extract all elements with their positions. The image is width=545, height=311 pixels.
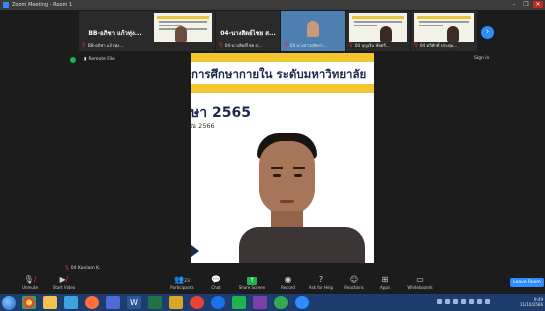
participant-tile[interactable]: 🎙 04 ทวีศักดิ์ ประทุม... [411, 11, 477, 51]
shared-document-thumbnail [349, 13, 407, 42]
tray-icon[interactable] [445, 299, 450, 304]
tray-icon[interactable] [469, 299, 474, 304]
tray-icon[interactable] [437, 299, 442, 304]
slide-subtitle: ณ 2566 [191, 122, 215, 130]
help-icon: ? [318, 275, 324, 284]
app-icon[interactable] [106, 296, 120, 309]
slide-band [191, 84, 374, 93]
participant-display-name: 04-นางสิตย์ไชย ส... [220, 30, 276, 37]
app-icon[interactable] [169, 296, 183, 309]
ask-for-help-button[interactable]: ? Ask for Help [303, 274, 339, 290]
folder-icon[interactable] [43, 296, 57, 309]
zoom-window: Zoom Meeting - Room 1 – ❐ ✕ BB-อภิชา แก้… [0, 0, 545, 311]
microphone-muted-icon: 🎙 [348, 43, 354, 48]
whiteboard-icon: ▭ [416, 275, 424, 284]
microphone-muted-icon: 🎙 [218, 43, 224, 48]
participant-video [175, 26, 187, 42]
maximize-button[interactable]: ❐ [521, 1, 531, 8]
chat-button[interactable]: 💬 Chat [198, 274, 234, 290]
system-tray [437, 299, 490, 304]
shield-icon[interactable] [70, 57, 76, 63]
zoom-logo-icon [3, 2, 9, 8]
sign-in-link[interactable]: Sign in [474, 56, 489, 61]
participant-name-tag: 🎙 04-นางสิตย์ไชย ส... [218, 43, 262, 48]
leave-room-button[interactable]: Leave Room [510, 278, 544, 287]
line-icon[interactable] [232, 296, 246, 309]
participant-tile[interactable]: 🎙 04 นางสาวสุจิตรา... [281, 11, 345, 51]
close-button[interactable]: ✕ [533, 1, 543, 8]
video-off-icon: ▶/ [59, 275, 69, 284]
chrome-icon[interactable] [22, 296, 36, 309]
app-icon[interactable] [64, 296, 78, 309]
participant-video [447, 26, 459, 42]
zoom-icon[interactable] [295, 296, 309, 309]
participant-tile[interactable] [151, 11, 215, 51]
participant-strip: BB-อภิชา แก้วทุ่ง... 🎙 BB-อภิชา แก้วทุ่ง.… [0, 11, 545, 53]
chat-icon: 💬 [211, 275, 221, 284]
microphone-muted-icon: 🎙 [283, 43, 289, 48]
participant-tile[interactable]: BB-อภิชา แก้วทุ่ง... 🎙 BB-อภิชา แก้วทุ่ง.… [79, 11, 151, 51]
unmute-button[interactable]: 🎙/ Unmute [12, 274, 48, 290]
word-icon[interactable]: W [127, 296, 141, 309]
participant-name-tag: 🎙 BB-อภิชา แก้วทุ่ง... [81, 43, 124, 48]
os-taskbar: W 9:49 11/10/2566 [0, 294, 545, 311]
self-name-tag: 🎙 04 Kanlam K. [64, 266, 101, 271]
whiteboards-button[interactable]: ▭ Whiteboards [402, 274, 438, 290]
record-icon: ◉ [284, 275, 292, 284]
microphone-muted-icon: 🎙 [64, 266, 70, 271]
start-button[interactable] [2, 296, 16, 310]
chrome-icon[interactable] [190, 296, 204, 309]
app-icon[interactable] [253, 296, 267, 309]
apps-button[interactable]: ⊞ Apps [367, 274, 403, 290]
participant-video [307, 21, 319, 37]
microphone-muted-icon: 🎙 [413, 43, 419, 48]
minimize-button[interactable]: – [509, 1, 519, 8]
tray-icon[interactable] [477, 299, 482, 304]
slide-headline: การศึกษากายใน ระดับมหาวิทยาลัย [191, 67, 367, 81]
firefox-icon[interactable] [85, 296, 99, 309]
chrome-icon[interactable] [274, 296, 288, 309]
speaker-video [239, 133, 365, 263]
remote-control[interactable]: ▮ Remote File [84, 57, 115, 62]
record-button[interactable]: ◉ Record [270, 274, 306, 290]
remote-label: Remote File [88, 57, 115, 62]
meeting-toolbar: 🎙/ Unmute ▶/ Start Video 👥23 Participant… [0, 272, 545, 294]
main-video: การศึกษากายใน ระดับมหาวิทยาลัย ษา 2565 ณ… [191, 53, 374, 263]
window-controls: – ❐ ✕ [509, 1, 543, 8]
share-screen-icon: ↑ [234, 274, 270, 285]
window-title: Zoom Meeting - Room 1 [12, 2, 73, 8]
participant-tile[interactable]: 🎙 04 บุญเริ่ม ชัยศรี... [346, 11, 410, 51]
shared-document-thumbnail [414, 13, 474, 42]
pin-icon: ▮ [84, 57, 87, 62]
participant-video [380, 26, 392, 42]
microphone-muted-icon: 🎙 [81, 43, 87, 48]
participants-icon: 👥23 [174, 275, 190, 284]
participant-name-tag: 🎙 04 บุญเริ่ม ชัยศรี... [348, 43, 390, 48]
chrome-icon[interactable] [211, 296, 225, 309]
tray-icon[interactable] [453, 299, 458, 304]
excel-icon[interactable] [148, 296, 162, 309]
share-screen-button[interactable]: ↑ Share Screen [234, 274, 270, 290]
participant-name-tag: 🎙 04 นางสาวสุจิตรา... [283, 43, 328, 48]
tray-icon[interactable] [485, 299, 490, 304]
title-bar: Zoom Meeting - Room 1 – ❐ ✕ [0, 0, 545, 10]
start-video-button[interactable]: ▶/ Start Video [46, 274, 82, 290]
slide-decoration [191, 245, 199, 257]
clock[interactable]: 9:49 11/10/2566 [520, 297, 543, 307]
participant-display-name: BB-อภิชา แก้วทุ่ง... [88, 30, 142, 37]
participants-button[interactable]: 👥23 Participants [164, 274, 200, 290]
next-page-button[interactable]: › [481, 26, 494, 39]
microphone-muted-icon: 🎙/ [23, 275, 37, 284]
apps-icon: ⊞ [381, 275, 389, 284]
participant-name-tag: 🎙 04 ทวีศักดิ์ ประทุม... [413, 43, 458, 48]
participant-tile[interactable]: 04-นางสิตย์ไชย ส... 🎙 04-นางสิตย์ไชย ส... [216, 11, 280, 51]
tray-icon[interactable] [461, 299, 466, 304]
slide-top-band [191, 53, 374, 62]
